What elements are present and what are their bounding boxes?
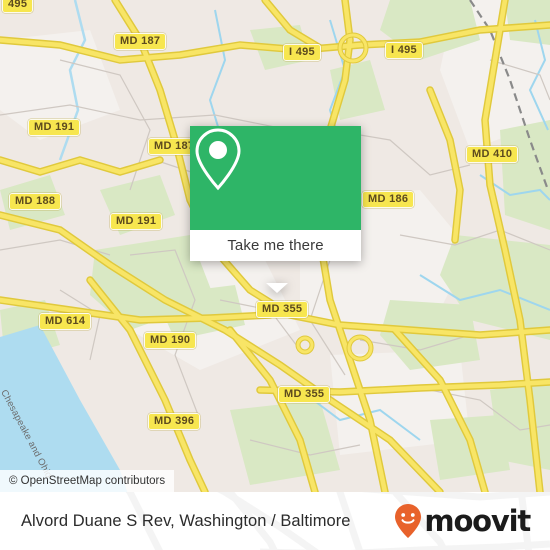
road-shield-i-495-left[interactable]: I 495 bbox=[283, 44, 321, 61]
road-shield-md-188[interactable]: MD 188 bbox=[9, 193, 62, 210]
road-shield-md-396[interactable]: MD 396 bbox=[148, 413, 201, 430]
callout-action-bar[interactable]: Take me there bbox=[190, 230, 361, 261]
map-screenshot: Chesapeake and Ohio 495 MD 187 I 495 I 4… bbox=[0, 0, 550, 550]
callout-pin-panel bbox=[190, 126, 361, 230]
map-attribution-bar: © OpenStreetMap contributors bbox=[0, 470, 175, 492]
road-shield-i-495-right[interactable]: I 495 bbox=[385, 42, 423, 59]
map-canvas[interactable]: Chesapeake and Ohio 495 MD 187 I 495 I 4… bbox=[0, 0, 550, 492]
place-title: Alvord Duane S Rev, Washington / Baltimo… bbox=[21, 511, 351, 530]
road-shield-md-190[interactable]: MD 190 bbox=[144, 332, 197, 349]
callout-tail-pointer bbox=[266, 283, 288, 293]
moovit-brand-logo[interactable]: moovit bbox=[393, 503, 531, 539]
road-shield-495-edge[interactable]: 495 bbox=[2, 0, 34, 13]
location-pin-icon bbox=[195, 128, 241, 191]
road-shield-md-191-lower[interactable]: MD 191 bbox=[110, 213, 163, 230]
osm-attribution-text[interactable]: © OpenStreetMap contributors bbox=[9, 475, 165, 487]
location-callout-card[interactable]: Take me there bbox=[190, 126, 361, 293]
take-me-there-label: Take me there bbox=[227, 237, 324, 254]
footer-bar: Alvord Duane S Rev, Washington / Baltimo… bbox=[0, 492, 550, 550]
road-shield-md-187-top[interactable]: MD 187 bbox=[114, 33, 167, 50]
road-shield-md-191-upper[interactable]: MD 191 bbox=[28, 119, 81, 136]
road-shield-md-186[interactable]: MD 186 bbox=[362, 191, 415, 208]
moovit-wordmark: moovit bbox=[424, 503, 531, 538]
road-shield-md-410[interactable]: MD 410 bbox=[466, 146, 519, 163]
road-shield-md-355-upper[interactable]: MD 355 bbox=[256, 301, 309, 318]
road-shield-md-355-lower[interactable]: MD 355 bbox=[278, 386, 331, 403]
moovit-smiley-pin-icon bbox=[395, 504, 422, 538]
road-shield-md-614[interactable]: MD 614 bbox=[39, 313, 92, 330]
